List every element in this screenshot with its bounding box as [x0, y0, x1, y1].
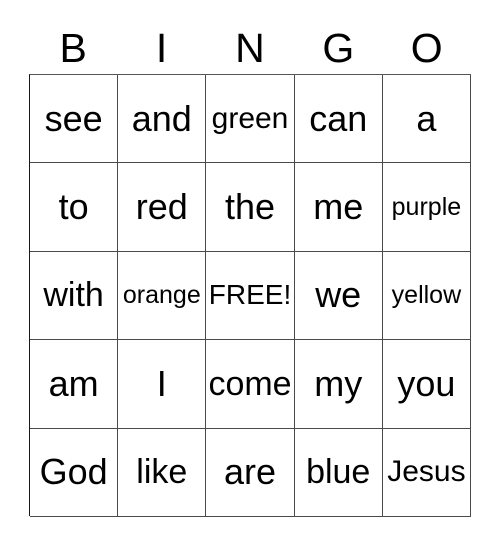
bingo-cell-label: me: [313, 186, 364, 228]
bingo-cell-label: orange: [122, 280, 201, 309]
bingo-cell-label: FREE!: [208, 279, 292, 311]
bingo-cell-label: with: [43, 276, 104, 315]
bingo-cell[interactable]: see: [30, 75, 119, 164]
bingo-cell[interactable]: you: [382, 340, 472, 429]
bingo-cell[interactable]: Jesus: [382, 428, 472, 517]
bingo-cell-label: am: [48, 362, 99, 404]
bingo-header-row: B I N G O: [29, 22, 471, 74]
bingo-cell-label: red: [135, 186, 188, 228]
bingo-cell[interactable]: and: [118, 75, 207, 164]
bingo-cell[interactable]: to: [30, 163, 119, 252]
header-letter-text: I: [155, 24, 168, 71]
bingo-row: to red the me purple: [30, 163, 472, 252]
bingo-cell-label: and: [131, 97, 192, 139]
bingo-row: with orange FREE! we yellow: [30, 251, 472, 341]
bingo-cell[interactable]: me: [294, 163, 383, 252]
bingo-cell[interactable]: am: [30, 340, 119, 429]
bingo-cell[interactable]: God: [30, 428, 119, 517]
bingo-cell-label: my: [314, 362, 363, 404]
bingo-header-letter-n: N: [206, 22, 294, 74]
bingo-cell[interactable]: a: [382, 75, 472, 164]
bingo-cell[interactable]: like: [118, 428, 207, 517]
bingo-cell-label: can: [309, 97, 368, 139]
bingo-cell-label: we: [315, 274, 362, 316]
header-letter-text: G: [322, 24, 355, 71]
bingo-cell[interactable]: we: [294, 251, 383, 341]
bingo-cell[interactable]: the: [206, 163, 295, 252]
header-letter-text: B: [59, 24, 87, 71]
bingo-cell-label: are: [223, 451, 277, 493]
bingo-cell-label: I: [156, 362, 167, 404]
bingo-cell-label: God: [39, 451, 108, 493]
bingo-grid: see and green can a to red the me purple…: [29, 74, 472, 517]
bingo-cell-label: like: [136, 453, 188, 492]
bingo-cell[interactable]: orange: [118, 251, 207, 341]
bingo-cell[interactable]: my: [294, 340, 383, 429]
bingo-header-letter-o: O: [383, 22, 471, 74]
bingo-cell[interactable]: yellow: [382, 251, 472, 341]
bingo-cell[interactable]: are: [206, 428, 295, 517]
header-letter-text: N: [235, 24, 265, 71]
bingo-cell-label: you: [397, 362, 456, 404]
bingo-cell-label: the: [224, 186, 276, 228]
bingo-cell-label: come: [208, 364, 292, 403]
bingo-cell-label: see: [44, 97, 103, 139]
bingo-cell[interactable]: come: [206, 340, 295, 429]
bingo-row: see and green can a: [30, 75, 472, 164]
bingo-cell-label: a: [416, 97, 437, 139]
bingo-cell-label: yellow: [391, 280, 462, 309]
bingo-row: am I come my you: [30, 340, 472, 429]
bingo-cell[interactable]: purple: [382, 163, 472, 252]
bingo-cell-label: blue: [306, 453, 371, 492]
bingo-cell-free[interactable]: FREE!: [206, 251, 295, 341]
bingo-cell[interactable]: I: [118, 340, 207, 429]
header-letter-text: O: [410, 24, 443, 71]
bingo-cell-label: to: [58, 186, 89, 228]
bingo-card: B I N G O see and green can a to red the…: [29, 22, 472, 517]
bingo-header-letter-g: G: [294, 22, 382, 74]
bingo-cell-label: purple: [391, 192, 462, 221]
bingo-cell-label: Jesus: [387, 455, 466, 489]
bingo-cell[interactable]: red: [118, 163, 207, 252]
bingo-cell[interactable]: can: [294, 75, 383, 164]
bingo-header-letter-b: B: [29, 22, 117, 74]
bingo-cell-label: green: [211, 101, 289, 135]
bingo-header-letter-i: I: [117, 22, 205, 74]
bingo-row: God like are blue Jesus: [30, 428, 472, 517]
bingo-cell[interactable]: green: [206, 75, 295, 164]
bingo-cell[interactable]: blue: [294, 428, 383, 517]
bingo-cell[interactable]: with: [30, 251, 119, 341]
